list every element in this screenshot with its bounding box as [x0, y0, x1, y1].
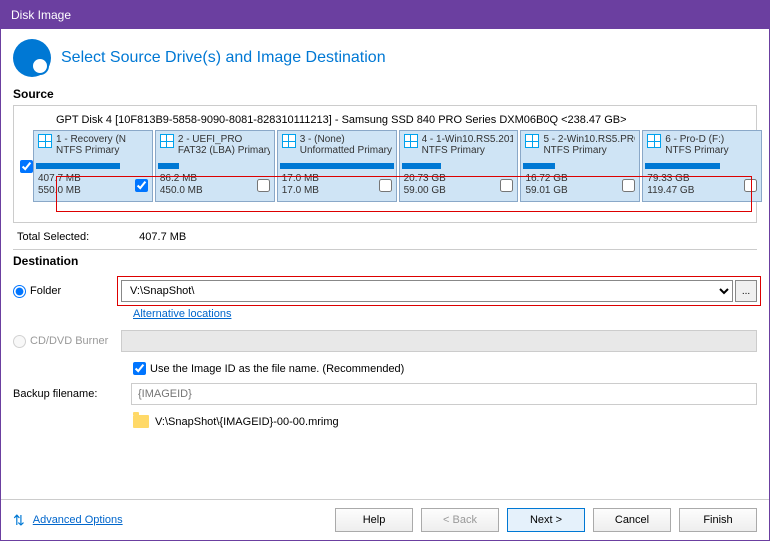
folder-path-select[interactable]: V:\SnapShot\ — [121, 280, 733, 302]
usage-bar — [523, 163, 637, 169]
usage-bar — [402, 163, 516, 169]
partition-fs: NTFS Primary — [422, 145, 514, 156]
folder-radio-label[interactable]: Folder — [13, 285, 113, 298]
partition-sizes: 16.72 GB59.01 GB — [525, 173, 567, 197]
partition-info: 6 - Pro-D (F:)NTFS Primary — [665, 134, 757, 156]
destination-label: Destination — [1, 252, 769, 272]
partitions-container: 1 - Recovery (NNTFS Primary407.7 MB550.0… — [33, 130, 762, 202]
footer: ⇅ Advanced Options Help < Back Next > Ca… — [1, 499, 769, 540]
partition-sizes: 407.7 MB550.0 MB — [38, 173, 81, 197]
partition-fs: Unformatted Primary — [300, 145, 392, 156]
page-title: Select Source Drive(s) and Image Destina… — [61, 49, 386, 67]
header: Select Source Drive(s) and Image Destina… — [1, 29, 769, 85]
master-checkbox-cell — [20, 130, 33, 202]
windows-icon — [404, 134, 418, 148]
partition-row: 1 - Recovery (NNTFS Primary407.7 MB550.0… — [20, 130, 750, 202]
dialog-window: Disk Image Select Source Drive(s) and Im… — [0, 0, 770, 541]
folder-radio[interactable] — [13, 285, 26, 298]
folder-icon — [133, 415, 149, 428]
next-button[interactable]: Next > — [507, 508, 585, 532]
result-path-row: V:\SnapShot\{IMAGEID}-00-00.mrimg — [13, 409, 757, 428]
partition[interactable]: 1 - Recovery (NNTFS Primary 407.7 MB550.0… — [33, 130, 153, 202]
cd-burner-select — [121, 330, 757, 352]
cd-label-text: CD/DVD Burner — [30, 335, 108, 347]
partition-checkbox[interactable] — [744, 179, 757, 192]
partition-name: 2 - UEFI_PRO — [178, 134, 270, 145]
partition-sizes: 20.73 GB59.00 GB — [404, 173, 446, 197]
windows-icon — [160, 134, 174, 148]
total-label: Total Selected: — [17, 231, 89, 243]
cd-radio-label: CD/DVD Burner — [13, 335, 113, 348]
usage-bar — [158, 163, 272, 169]
usage-bar — [645, 163, 759, 169]
partition-fs: NTFS Primary — [543, 145, 635, 156]
partition-info: 1 - Recovery (NNTFS Primary — [56, 134, 148, 156]
windows-icon — [525, 134, 539, 148]
partition-info: 4 - 1-Win10.RS5.2019NTFS Primary — [422, 134, 514, 156]
source-panel: GPT Disk 4 [10F813B9-5858-9090-8081-8283… — [13, 105, 757, 223]
total-row: Total Selected: 407.7 MB — [1, 223, 769, 247]
filename-row: Backup filename: — [13, 379, 757, 409]
partition[interactable]: 3 - (None)Unformatted Primary 17.0 MB17.0… — [277, 130, 397, 202]
cancel-button[interactable]: Cancel — [593, 508, 671, 532]
partition-name: 5 - 2-Win10.RS5.PRO.WORK — [543, 134, 635, 145]
windows-icon — [647, 134, 661, 148]
alternative-locations-link[interactable]: Alternative locations — [133, 306, 231, 326]
partition[interactable]: 6 - Pro-D (F:)NTFS Primary 79.33 GB119.47… — [642, 130, 762, 202]
settings-icon: ⇅ — [13, 512, 25, 529]
usage-bar — [280, 163, 394, 169]
filename-input — [131, 383, 757, 405]
back-button: < Back — [421, 508, 499, 532]
partition-checkbox[interactable] — [135, 179, 148, 192]
source-label: Source — [1, 85, 769, 105]
folder-input-wrap: V:\SnapShot\ ... — [121, 280, 757, 302]
partition-name: 6 - Pro-D (F:) — [665, 134, 757, 145]
partition[interactable]: 5 - 2-Win10.RS5.PRO.WORKNTFS Primary 16.7… — [520, 130, 640, 202]
window-title: Disk Image — [11, 8, 71, 22]
windows-icon — [38, 134, 52, 148]
folder-row: Folder V:\SnapShot\ ... — [13, 276, 757, 306]
cd-radio — [13, 335, 26, 348]
folder-label-text: Folder — [30, 285, 61, 297]
partition-name: 1 - Recovery (N — [56, 134, 148, 145]
partition-fs: FAT32 (LBA) Primary — [178, 145, 270, 156]
imageid-check-row: Use the Image ID as the file name. (Reco… — [13, 356, 757, 379]
partition-info: 3 - (None)Unformatted Primary — [300, 134, 392, 156]
total-value: 407.7 MB — [139, 231, 186, 243]
help-button[interactable]: Help — [335, 508, 413, 532]
use-imageid-checkbox[interactable] — [133, 362, 146, 375]
cd-row: CD/DVD Burner — [13, 326, 757, 356]
partition[interactable]: 4 - 1-Win10.RS5.2019NTFS Primary 20.73 GB… — [399, 130, 519, 202]
result-path: V:\SnapShot\{IMAGEID}-00-00.mrimg — [155, 416, 339, 428]
partition[interactable]: 2 - UEFI_PROFAT32 (LBA) Primary 86.2 MB45… — [155, 130, 275, 202]
partition-name: 3 - (None) — [300, 134, 392, 145]
partition-fs: NTFS Primary — [56, 145, 148, 156]
partition-fs: NTFS Primary — [665, 145, 757, 156]
partition-sizes: 79.33 GB119.47 GB — [647, 173, 694, 197]
partition-checkbox[interactable] — [257, 179, 270, 192]
divider — [13, 249, 757, 250]
disk-title: GPT Disk 4 [10F813B9-5858-9090-8081-8283… — [20, 112, 750, 130]
partition-checkbox[interactable] — [500, 179, 513, 192]
partition-sizes: 17.0 MB17.0 MB — [282, 173, 319, 197]
destination-panel: Folder V:\SnapShot\ ... Alternative loca… — [1, 272, 769, 428]
browse-button[interactable]: ... — [735, 280, 757, 302]
titlebar[interactable]: Disk Image — [1, 1, 769, 29]
partition-sizes: 86.2 MB450.0 MB — [160, 173, 203, 197]
usage-bar — [36, 163, 150, 169]
partition-checkbox[interactable] — [622, 179, 635, 192]
partition-checkbox[interactable] — [379, 179, 392, 192]
windows-icon — [282, 134, 296, 148]
content: Select Source Drive(s) and Image Destina… — [1, 29, 769, 540]
use-imageid-label: Use the Image ID as the file name. (Reco… — [150, 363, 404, 375]
finish-button[interactable]: Finish — [679, 508, 757, 532]
filename-label: Backup filename: — [13, 388, 123, 400]
partition-info: 5 - 2-Win10.RS5.PRO.WORKNTFS Primary — [543, 134, 635, 156]
disk-icon — [13, 39, 51, 77]
select-all-checkbox[interactable] — [20, 160, 33, 173]
partition-name: 4 - 1-Win10.RS5.2019 — [422, 134, 514, 145]
partition-info: 2 - UEFI_PROFAT32 (LBA) Primary — [178, 134, 270, 156]
advanced-options-link[interactable]: Advanced Options — [33, 514, 123, 526]
